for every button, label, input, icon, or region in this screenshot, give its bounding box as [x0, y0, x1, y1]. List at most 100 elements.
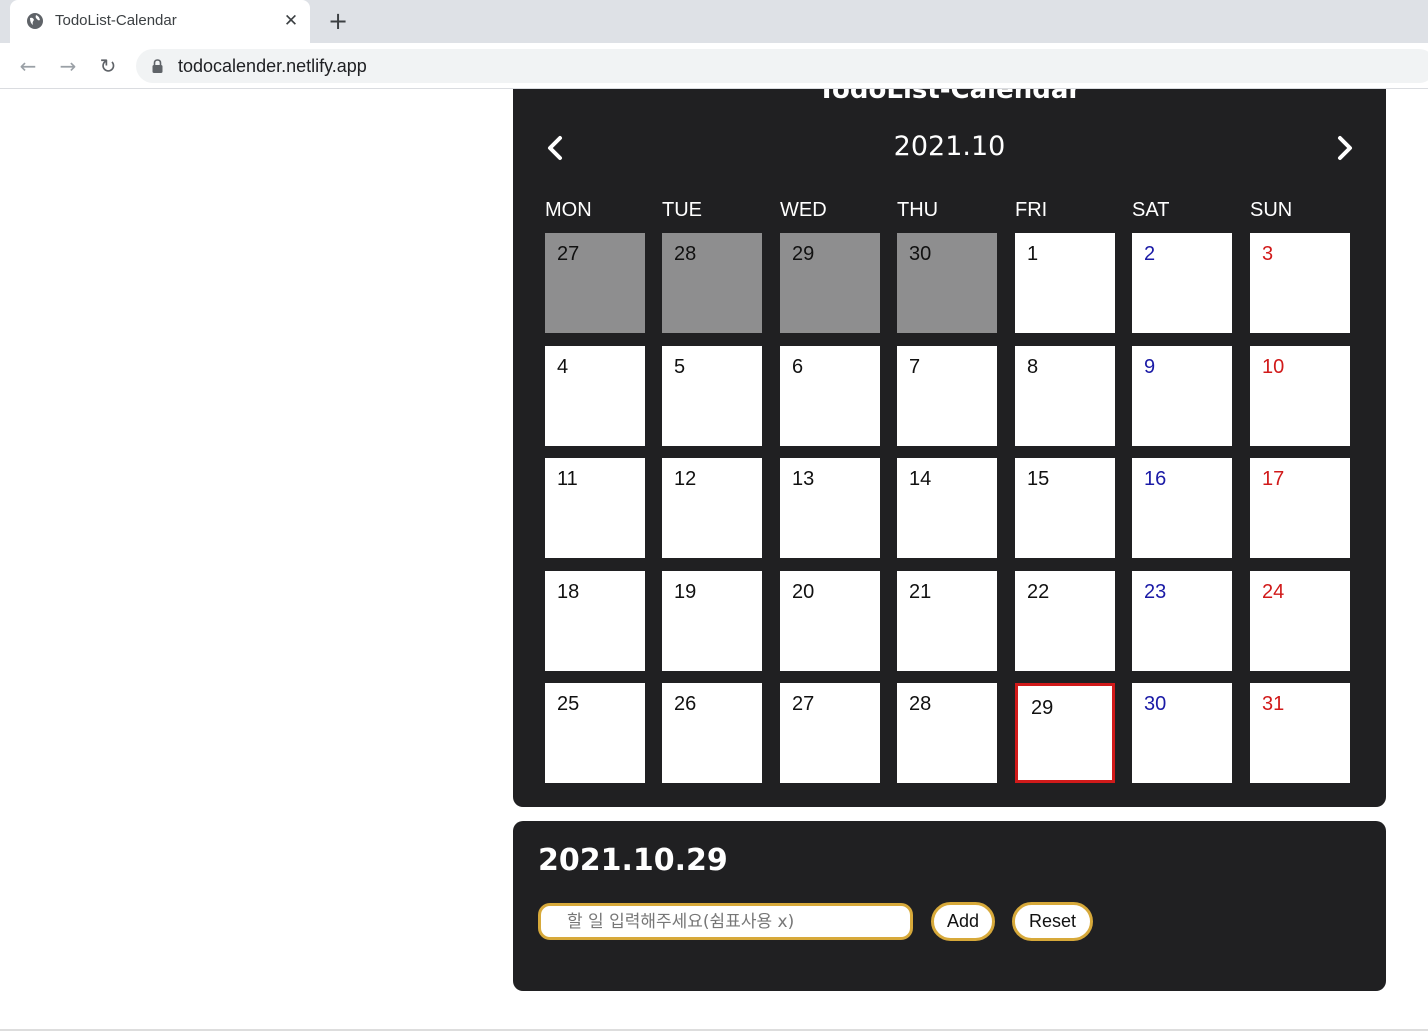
day-number: 13 — [792, 468, 815, 490]
weekday-header: MON TUE WED THU FRI SAT SUN — [545, 199, 1355, 223]
day-number: 30 — [1144, 693, 1167, 715]
address-bar[interactable]: todocalender.netlify.app — [136, 49, 1428, 83]
browser-tab-bar: TodoList-Calendar ✕ + — [0, 0, 1428, 43]
day-cell[interactable]: 17 — [1250, 458, 1350, 558]
day-number: 10 — [1262, 356, 1285, 378]
day-number: 25 — [557, 693, 580, 715]
arrow-left-icon[interactable]: ← — [14, 52, 42, 80]
day-grid: 27 28 29 30 1 2 3 4 5 6 7 8 9 10 11 12 1… — [545, 233, 1355, 783]
close-icon[interactable]: ✕ — [281, 11, 301, 31]
weekday-wed: WED — [780, 199, 827, 221]
day-number: 7 — [909, 356, 921, 378]
day-number: 29 — [792, 243, 815, 265]
day-number: 17 — [1262, 468, 1285, 490]
day-number: 11 — [557, 468, 578, 490]
day-number: 31 — [1262, 693, 1285, 715]
day-number: 16 — [1144, 468, 1167, 490]
day-cell[interactable]: 24 — [1250, 571, 1350, 671]
day-number: 12 — [674, 468, 697, 490]
day-cell[interactable]: 7 — [897, 346, 997, 446]
tab-title: TodoList-Calendar — [55, 12, 177, 29]
day-number: 9 — [1144, 356, 1156, 378]
day-number: 27 — [557, 243, 580, 265]
day-cell[interactable]: 15 — [1015, 458, 1115, 558]
day-cell[interactable]: 31 — [1250, 683, 1350, 783]
day-number: 30 — [909, 243, 932, 265]
day-number: 24 — [1262, 581, 1285, 603]
day-cell[interactable]: 2 — [1132, 233, 1232, 333]
todo-input[interactable] — [538, 903, 913, 940]
day-cell[interactable]: 10 — [1250, 346, 1350, 446]
browser-toolbar: ← → ↻ todocalender.netlify.app — [0, 43, 1428, 89]
day-number: 18 — [557, 581, 580, 603]
day-number: 27 — [792, 693, 815, 715]
day-number: 2 — [1144, 243, 1156, 265]
day-cell[interactable]: 9 — [1132, 346, 1232, 446]
day-number: 15 — [1027, 468, 1050, 490]
day-cell[interactable]: 27 — [780, 683, 880, 783]
weekday-thu: THU — [897, 199, 939, 221]
weekday-fri: FRI — [1015, 199, 1048, 221]
selected-date-title: 2021.10.29 — [538, 843, 728, 878]
day-cell-selected[interactable]: 29 — [1015, 683, 1115, 783]
day-cell[interactable]: 27 — [545, 233, 645, 333]
day-cell[interactable]: 8 — [1015, 346, 1115, 446]
weekday-sun: SUN — [1250, 199, 1293, 221]
url-text: todocalender.netlify.app — [178, 56, 367, 76]
day-cell[interactable]: 25 — [545, 683, 645, 783]
day-cell[interactable]: 29 — [780, 233, 880, 333]
day-cell[interactable]: 13 — [780, 458, 880, 558]
day-number: 5 — [674, 356, 686, 378]
browser-tab[interactable]: TodoList-Calendar ✕ — [10, 0, 310, 43]
day-number: 22 — [1027, 581, 1050, 603]
day-number: 21 — [909, 581, 932, 603]
day-number: 3 — [1262, 243, 1274, 265]
lock-icon — [152, 59, 163, 73]
day-cell[interactable]: 19 — [662, 571, 762, 671]
day-cell[interactable]: 21 — [897, 571, 997, 671]
day-cell[interactable]: 6 — [780, 346, 880, 446]
plus-icon[interactable]: + — [326, 9, 350, 33]
reload-icon[interactable]: ↻ — [94, 52, 122, 80]
day-cell[interactable]: 28 — [897, 683, 997, 783]
day-cell[interactable]: 28 — [662, 233, 762, 333]
day-cell[interactable]: 14 — [897, 458, 997, 558]
day-cell[interactable]: 30 — [1132, 683, 1232, 783]
day-number: 20 — [792, 581, 815, 603]
day-cell[interactable]: 30 — [897, 233, 997, 333]
day-cell[interactable]: 18 — [545, 571, 645, 671]
day-number: 19 — [674, 581, 697, 603]
day-cell[interactable]: 5 — [662, 346, 762, 446]
day-number: 4 — [557, 356, 569, 378]
add-button[interactable]: Add — [931, 902, 995, 941]
chevron-right-icon[interactable] — [1331, 133, 1359, 163]
weekday-tue: TUE — [662, 199, 702, 221]
day-cell[interactable]: 20 — [780, 571, 880, 671]
day-cell[interactable]: 22 — [1015, 571, 1115, 671]
day-cell[interactable]: 23 — [1132, 571, 1232, 671]
day-cell[interactable]: 16 — [1132, 458, 1232, 558]
day-number: 14 — [909, 468, 932, 490]
day-cell[interactable]: 1 — [1015, 233, 1115, 333]
day-cell[interactable]: 26 — [662, 683, 762, 783]
arrow-right-icon[interactable]: → — [54, 52, 82, 80]
globe-icon — [27, 13, 43, 29]
day-number: 28 — [674, 243, 697, 265]
weekday-mon: MON — [545, 199, 592, 221]
day-number: 29 — [1031, 697, 1054, 719]
day-cell[interactable]: 11 — [545, 458, 645, 558]
day-number: 6 — [792, 356, 804, 378]
day-cell[interactable]: 3 — [1250, 233, 1350, 333]
day-number: 28 — [909, 693, 932, 715]
todo-panel: 2021.10.29 Add Reset — [513, 821, 1386, 991]
calendar-panel: TodoList-Calendar 2021.10 MON TUE WED TH… — [513, 89, 1386, 807]
day-cell[interactable]: 4 — [545, 346, 645, 446]
day-number: 26 — [674, 693, 697, 715]
weekday-sat: SAT — [1132, 199, 1170, 221]
reset-button[interactable]: Reset — [1012, 902, 1093, 941]
day-number: 8 — [1027, 356, 1039, 378]
day-number: 23 — [1144, 581, 1167, 603]
day-cell[interactable]: 12 — [662, 458, 762, 558]
month-label: 2021.10 — [893, 131, 1006, 162]
day-number: 1 — [1027, 243, 1039, 265]
